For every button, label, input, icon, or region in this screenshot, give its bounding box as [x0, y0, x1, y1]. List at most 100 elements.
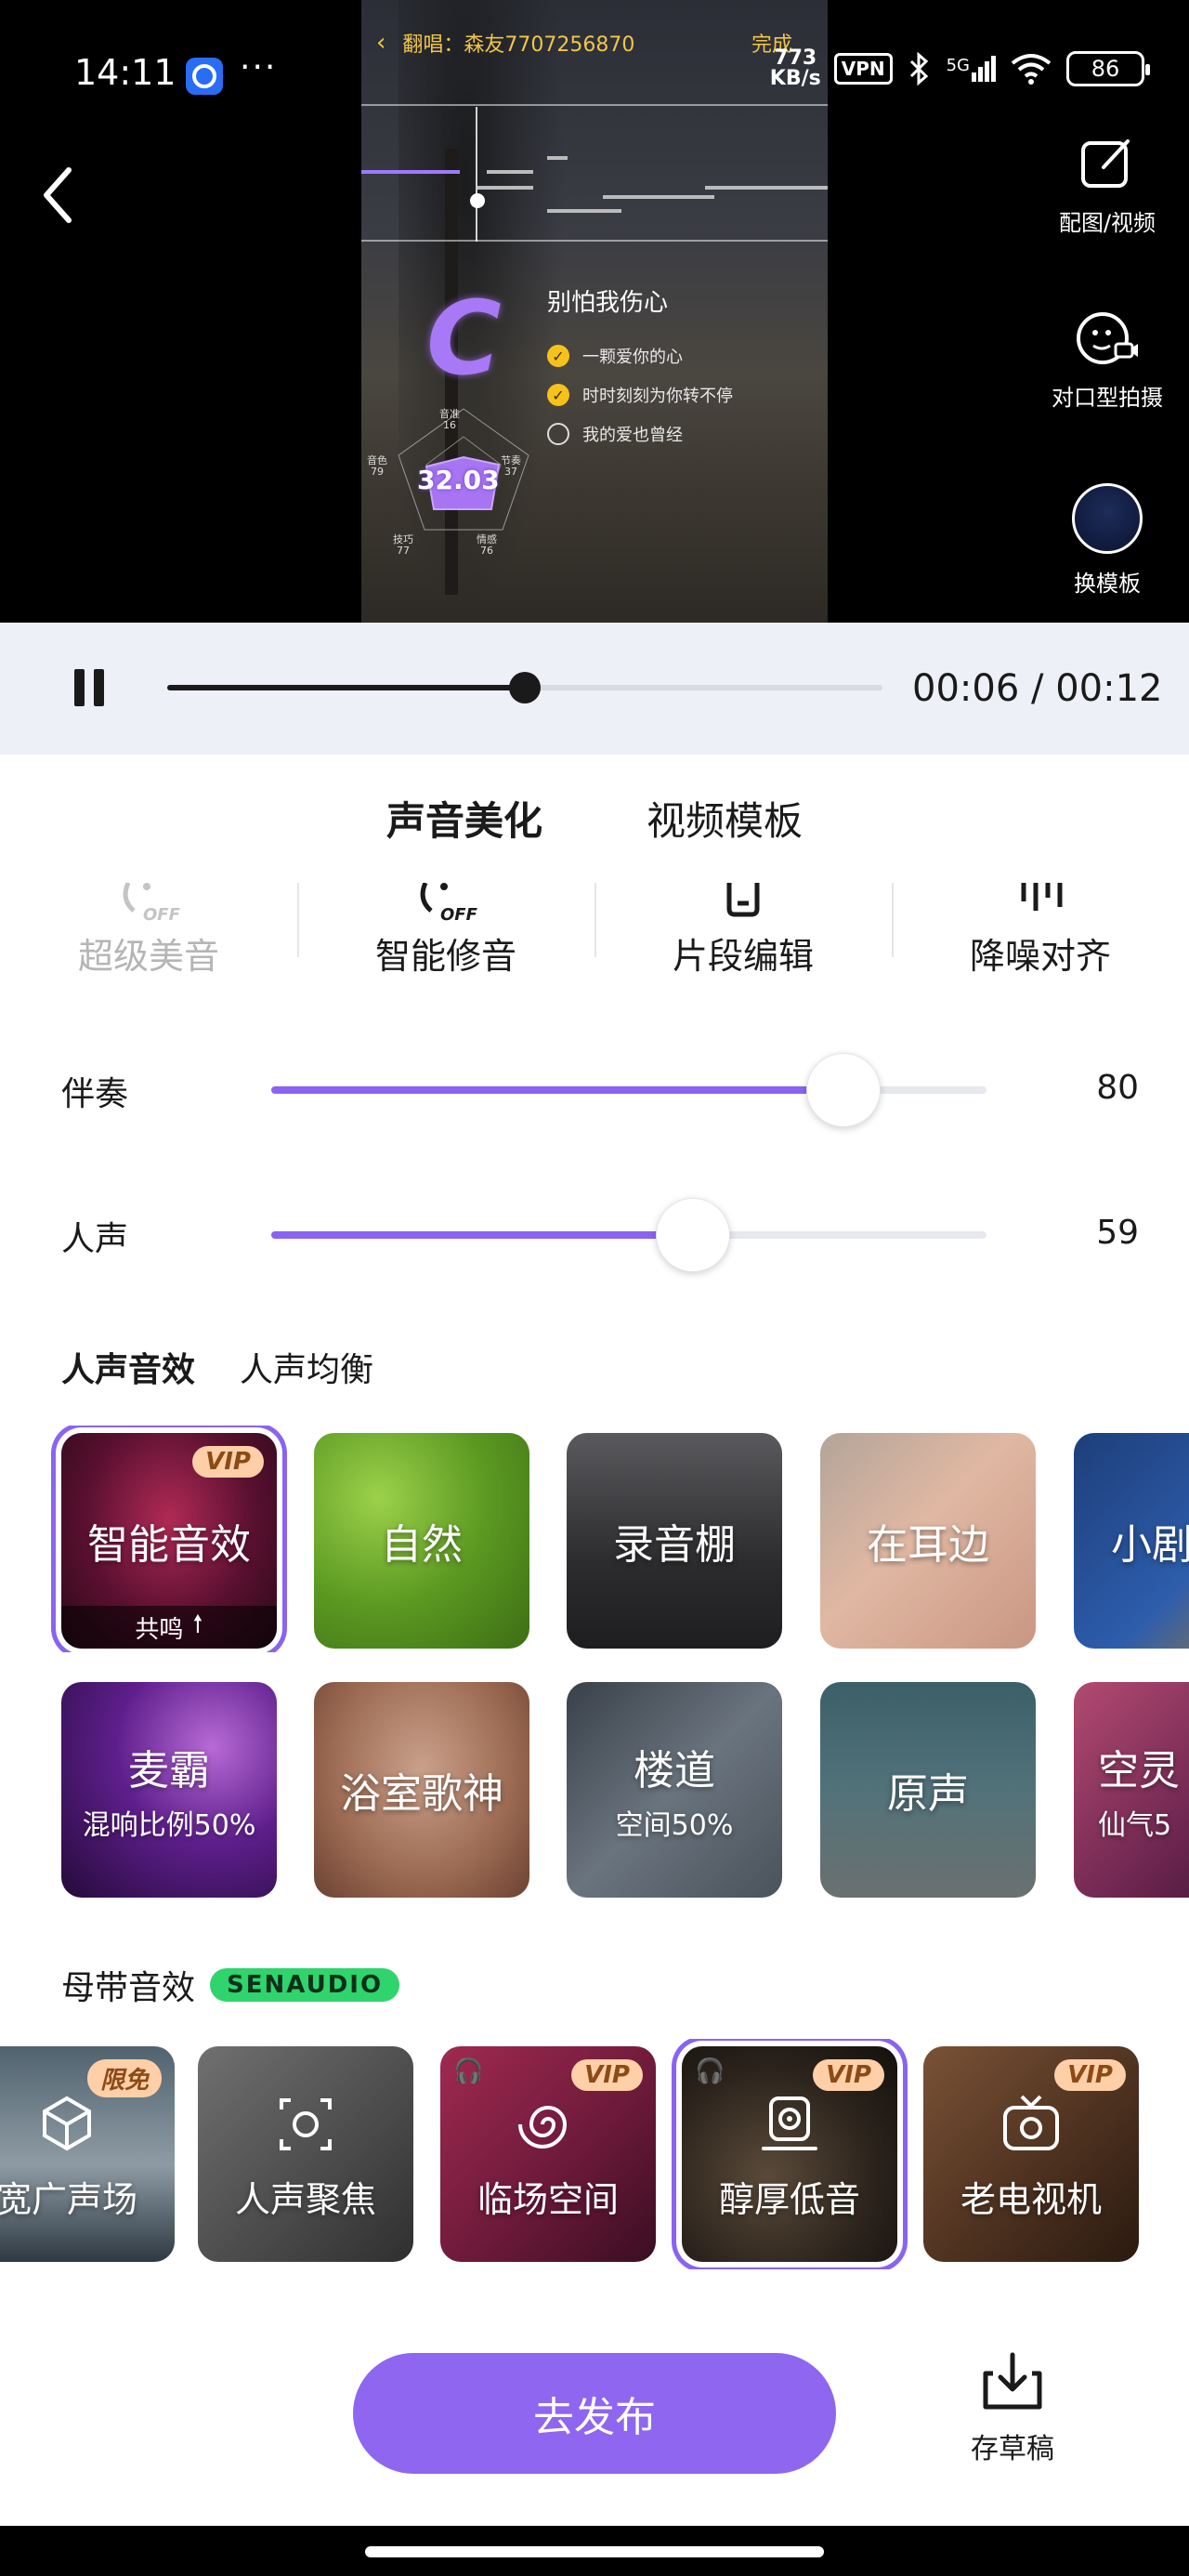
lip-sync-button[interactable]: 对口型拍摄: [1042, 309, 1172, 412]
tab-vocal-effects[interactable]: 人声音效: [61, 1343, 196, 1391]
accompaniment-slider-thumb[interactable]: [806, 1053, 881, 1127]
effect-name: 智能音效: [87, 1521, 251, 1569]
effect-sub: 混响比例50%: [82, 1809, 256, 1842]
effect-name: 小剧: [1111, 1521, 1189, 1569]
free-badge: 限免: [86, 2059, 162, 2097]
bluetooth-icon: [909, 52, 928, 85]
earphone-icon: 🎧: [695, 2057, 725, 2085]
effect-card-original[interactable]: 原声: [820, 1682, 1036, 1898]
master-card-live-space[interactable]: 🎧 VIP 临场空间: [440, 2046, 656, 2262]
smart-tune-icon: OFF: [420, 883, 478, 922]
playback-bar: 00:06 / 00:12: [0, 623, 1189, 755]
spiral-icon: [518, 2105, 568, 2149]
save-draft-button[interactable]: 存草稿: [957, 2351, 1068, 2466]
effects-row-2: 麦霸 混响比例50% 浴室歌神 楼道 空间50% 原声 空灵 仙气5: [0, 1678, 1189, 1901]
pitch-bar: [603, 195, 714, 199]
download-tray-icon: [983, 2352, 1042, 2410]
effect-card-mic-king[interactable]: 麦霸 混响比例50%: [61, 1682, 277, 1898]
master-card-wide-field[interactable]: 限免 宽广声场: [0, 2046, 175, 2262]
accompaniment-slider-fill: [271, 1086, 843, 1094]
effect-card-stairwell[interactable]: 楼道 空间50%: [567, 1682, 782, 1898]
denoise-align-button[interactable]: 降噪对齐: [892, 883, 1189, 985]
more-notifications-icon: ···: [240, 48, 278, 86]
back-arrow-icon[interactable]: [37, 163, 84, 228]
vip-badge: VIP: [571, 2059, 643, 2091]
super-voice-button[interactable]: OFF 超级美音: [0, 883, 297, 985]
song-title: 别怕我伤心: [547, 289, 669, 317]
lyric-line: 我的爱也曾经: [547, 422, 683, 446]
pitch-cursor-dot: [470, 193, 485, 208]
speaker-icon: [762, 2096, 817, 2150]
playback-progress-track[interactable]: [167, 672, 882, 703]
status-bar: 14:11 ··· 773 KB/s VPN 5G 86: [0, 0, 1189, 102]
total-time: 00:12: [1055, 667, 1163, 710]
playback-scrubber[interactable]: [509, 672, 541, 703]
senaudio-logo: SENAUDIO: [210, 1968, 400, 2002]
tab-vocal-eq[interactable]: 人声均衡: [240, 1343, 373, 1391]
smart-tune-label: 智能修音: [374, 936, 516, 977]
smart-tune-button[interactable]: OFF 智能修音: [297, 883, 594, 985]
change-template-label: 换模板: [1074, 571, 1141, 597]
master-card-old-tv[interactable]: VIP 老电视机: [923, 2046, 1139, 2262]
pitch-bar: [487, 170, 533, 174]
tv-icon: [1003, 2095, 1059, 2150]
effect-name: 空灵: [1098, 1747, 1180, 1794]
tab-voice-beautify[interactable]: 声音美化: [382, 790, 547, 847]
pause-button[interactable]: [74, 669, 113, 706]
vocal-focus-icon: [280, 2097, 332, 2150]
effect-name: 麦霸: [128, 1747, 210, 1794]
effect-card-small-theater[interactable]: 小剧: [1074, 1433, 1189, 1649]
effect-card-ethereal[interactable]: 空灵 仙气5: [1074, 1682, 1189, 1898]
svg-text:OFF: OFF: [440, 905, 478, 922]
master-effects-header: 母带音效 SENAUDIO: [61, 1961, 400, 2009]
status-time: 14:11: [74, 52, 176, 93]
change-template-button[interactable]: 换模板: [1042, 483, 1172, 598]
pitch-bar: [547, 209, 621, 213]
lyric-line: ✓ 时时刻刻为你转不停: [547, 383, 733, 407]
effect-card-studio[interactable]: 录音棚: [567, 1433, 782, 1649]
vpn-icon: VPN: [833, 53, 893, 85]
resonance-footer[interactable]: 共鸣 🠕: [61, 1606, 277, 1649]
effect-card-shower-singer[interactable]: 浴室歌神: [314, 1682, 529, 1898]
accompaniment-slider[interactable]: [271, 1053, 986, 1127]
effect-card-smart[interactable]: VIP 智能音效 共鸣 🠕: [61, 1433, 277, 1649]
vocal-slider-fill: [271, 1231, 694, 1239]
app-notification-icon: [186, 58, 223, 95]
lyric-text: 一颗爱你的心: [582, 348, 683, 367]
master-card-vocal-focus[interactable]: 人声聚焦: [198, 2046, 413, 2262]
cellular-signal-icon: 5G: [947, 56, 996, 82]
time-readout: 00:06 / 00:12: [912, 667, 1163, 710]
face-camera-icon: [1077, 312, 1138, 364]
battery-icon: 86: [1066, 51, 1150, 86]
effect-card-by-ear[interactable]: 在耳边: [820, 1433, 1036, 1649]
lyric-text: 时时刻刻为你转不停: [582, 387, 733, 406]
effect-name: 浴室歌神: [340, 1770, 503, 1818]
pic-video-button[interactable]: 配图/视频: [1042, 134, 1172, 237]
vocal-slider[interactable]: [271, 1198, 986, 1272]
vocal-slider-thumb[interactable]: [656, 1198, 731, 1272]
master-effects-title: 母带音效: [61, 1969, 196, 2007]
master-card-rich-bass[interactable]: 🎧 VIP 醇厚低音: [682, 2046, 897, 2262]
tab-video-template[interactable]: 视频模板: [643, 790, 806, 847]
vocal-label: 人声: [61, 1220, 129, 1258]
effect-name: 在耳边: [867, 1521, 989, 1569]
pause-icon: [74, 669, 85, 706]
home-indicator[interactable]: [365, 2546, 824, 2557]
pause-icon: [94, 669, 104, 706]
segment-edit-label: 片段编辑: [672, 936, 814, 977]
pitch-guide-top: [361, 104, 828, 106]
radar-label: 技巧 77: [393, 533, 413, 558]
effect-name: 原声: [887, 1770, 969, 1818]
vocal-effect-tabs: 人声音效 人声均衡: [61, 1343, 373, 1391]
effect-card-natural[interactable]: 自然: [314, 1433, 529, 1649]
effects-row-1: VIP 智能音效 共鸣 🠕 自然 录音棚 在耳边 小剧: [0, 1426, 1189, 1652]
radar-label: 音色 79: [367, 454, 387, 479]
segment-edit-button[interactable]: 片段编辑: [594, 883, 892, 985]
status-icons: 773 KB/s VPN 5G 86: [770, 48, 1150, 89]
current-time: 00:06: [912, 667, 1020, 710]
save-draft-label: 存草稿: [971, 2433, 1054, 2465]
pitch-bar: [705, 186, 828, 190]
vocal-slider-row: 人声 59: [0, 1197, 1189, 1272]
accompaniment-slider-row: 伴奏 80: [0, 1052, 1189, 1127]
publish-button[interactable]: 去发布: [353, 2353, 836, 2474]
